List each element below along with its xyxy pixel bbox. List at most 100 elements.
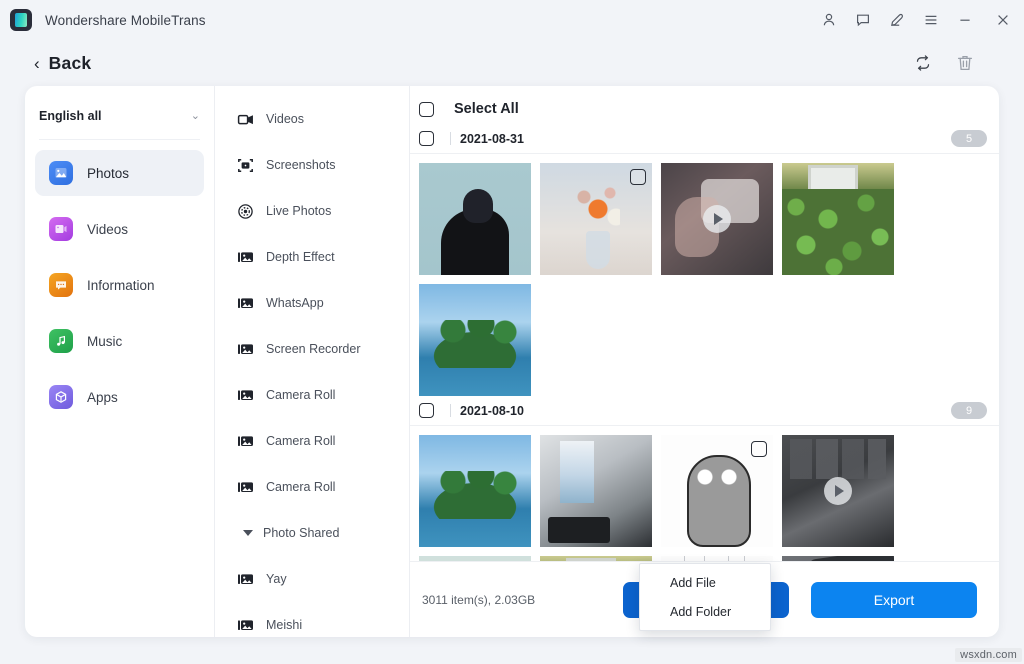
app-title: Wondershare MobileTrans (45, 13, 206, 28)
album-icon (237, 433, 254, 450)
date-count-badge: 9 (951, 402, 987, 419)
category-item-label: WhatsApp (266, 296, 324, 310)
window-controls (812, 0, 1024, 40)
category-item-label: Videos (266, 112, 304, 126)
date-group-checkbox[interactable] (419, 131, 434, 146)
chevron-down-icon: ⌄ (191, 109, 200, 122)
sidebar-item-label: Music (87, 334, 122, 349)
sidebar-item-videos[interactable]: Videos (35, 206, 204, 252)
thumbnail-image (419, 435, 531, 547)
minimize-icon[interactable] (948, 0, 982, 40)
album-icon (237, 249, 254, 266)
item-summary: 3011 item(s), 2.03GB (422, 593, 535, 607)
photos-icon (49, 161, 73, 185)
thumbnail-image (540, 435, 652, 547)
category-item-label: Live Photos (266, 204, 331, 218)
thumbnail-video-keyboard[interactable] (782, 435, 894, 547)
videos-icon (49, 217, 73, 241)
category-item-yay[interactable]: Yay (215, 556, 409, 602)
thumbnail-photo-desk[interactable] (540, 435, 652, 547)
category-item-depth-effect[interactable]: Depth Effect (215, 234, 409, 280)
menu-item-add-file[interactable]: Add File (640, 568, 770, 597)
content-scroll-area[interactable]: Select All 2021-08-3152021-08-1092021-05… (410, 86, 999, 561)
thumbnail-video-airpods[interactable] (661, 163, 773, 275)
account-icon[interactable] (812, 0, 846, 40)
category-item-label: Depth Effect (266, 250, 335, 264)
title-bar: Wondershare MobileTrans (0, 0, 1024, 40)
thumbnail-photo-flowers[interactable] (540, 163, 652, 275)
mobiletrans-logo-icon (10, 9, 32, 31)
live-photo-icon (237, 203, 254, 220)
menu-item-add-folder[interactable]: Add Folder (640, 597, 770, 626)
thumbnail-photo-island-2[interactable] (419, 435, 531, 547)
category-item-meishi[interactable]: Meishi (215, 602, 409, 637)
date-label: 2021-08-31 (460, 132, 524, 146)
delete-icon[interactable] (954, 52, 976, 74)
category-group-photo-shared[interactable]: Photo Shared (215, 510, 409, 556)
watermark: wsxdn.com (955, 648, 1022, 662)
category-item-camera-roll[interactable]: Camera Roll (215, 418, 409, 464)
information-icon (49, 273, 73, 297)
album-icon (237, 387, 254, 404)
chevron-left-icon: ‹ (34, 55, 40, 72)
divider (450, 404, 451, 417)
thumbnail-photo-totoro[interactable] (661, 435, 773, 547)
thumbnail-grid (410, 154, 999, 396)
category-item-camera-roll[interactable]: Camera Roll (215, 372, 409, 418)
feedback-icon[interactable] (846, 0, 880, 40)
date-group-header[interactable]: 2021-08-10 9 (410, 396, 999, 426)
thumbnail-photo-island[interactable] (419, 284, 531, 396)
album-icon (237, 295, 254, 312)
language-selector[interactable]: English all ⌄ (39, 92, 200, 140)
thumbnail-checkbox[interactable] (630, 169, 646, 185)
date-group-header[interactable]: 2021-08-31 5 (410, 124, 999, 154)
category-item-whatsapp[interactable]: WhatsApp (215, 280, 409, 326)
edit-icon[interactable] (880, 0, 914, 40)
category-item-label: Screen Recorder (266, 342, 361, 356)
album-icon (237, 479, 254, 496)
date-group-checkbox[interactable] (419, 403, 434, 418)
thumbnail-checkbox[interactable] (751, 441, 767, 457)
apps-icon (49, 385, 73, 409)
sidebar-item-label: Videos (87, 222, 128, 237)
sidebar-item-photos[interactable]: Photos (35, 150, 204, 196)
sidebar-item-apps[interactable]: Apps (35, 374, 204, 420)
select-all-row[interactable]: Select All (410, 94, 999, 124)
select-all-checkbox[interactable] (419, 102, 434, 117)
category-item-label: Yay (266, 572, 287, 586)
category-item-label: Meishi (266, 618, 302, 632)
triangle-down-icon (243, 530, 253, 536)
sidebar-item-music[interactable]: Music (35, 318, 204, 364)
thumbnail-grid (410, 426, 999, 561)
category-item-label: Camera Roll (266, 434, 335, 448)
screenshot-icon (237, 157, 254, 174)
header-actions (912, 52, 1024, 74)
back-button[interactable]: ‹ Back (34, 53, 91, 74)
play-icon[interactable] (703, 205, 731, 233)
category-item-live-photos[interactable]: Live Photos (215, 188, 409, 234)
category-item-screen-recorder[interactable]: Screen Recorder (215, 326, 409, 372)
thumbnail-image (419, 284, 531, 396)
video-camera-icon (237, 111, 254, 128)
import-dropdown-menu[interactable]: Add FileAdd Folder (639, 563, 771, 631)
category-item-screenshots[interactable]: Screenshots (215, 142, 409, 188)
sidebar-item-label: Photos (87, 166, 129, 181)
date-label: 2021-08-10 (460, 404, 524, 418)
thumbnail-photo-leaves[interactable] (782, 163, 894, 275)
category-item-camera-roll[interactable]: Camera Roll (215, 464, 409, 510)
refresh-icon[interactable] (912, 52, 934, 74)
photo-groups: 2021-08-3152021-08-1092021-05-143 (410, 124, 999, 561)
sidebar-item-information[interactable]: Information (35, 262, 204, 308)
thumbnail-photo-portrait[interactable] (419, 163, 531, 275)
sidebar-item-label: Apps (87, 390, 118, 405)
content-panel: Select All 2021-08-3152021-08-1092021-05… (410, 86, 999, 637)
close-icon[interactable] (982, 0, 1024, 40)
menu-icon[interactable] (914, 0, 948, 40)
category-item-videos[interactable]: Videos (215, 96, 409, 142)
date-count-badge: 5 (951, 130, 987, 147)
sidebar-item-label: Information (87, 278, 155, 293)
main-card: English all ⌄ Photos Videos Information Mus… (25, 86, 999, 637)
export-button[interactable]: Export (811, 582, 977, 618)
play-icon[interactable] (824, 477, 852, 505)
category-list: Videos Screenshots Live Photos Depth Effect… (215, 86, 410, 637)
